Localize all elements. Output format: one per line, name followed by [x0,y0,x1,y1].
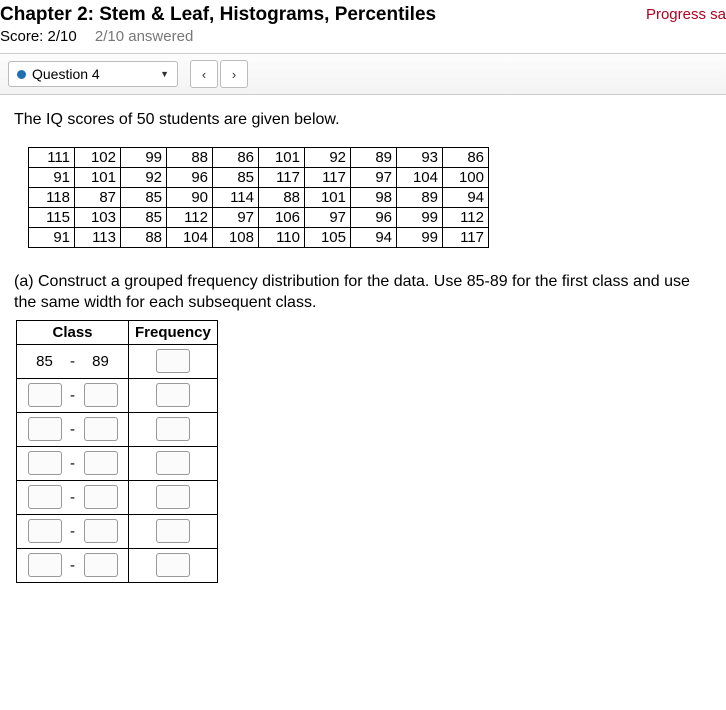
frequency-input[interactable] [156,383,190,407]
dash: - [68,523,78,540]
iq-data-table: 1111029988861019289938691101929685117117… [28,147,489,248]
data-cell: 117 [305,168,351,188]
data-cell: 110 [259,228,305,248]
chapter-title: Chapter 2: Stem & Leaf, Histograms, Perc… [0,4,718,26]
frequency-table: Class Frequency 85 - 89 - - - - - - [16,320,218,583]
data-cell: 90 [167,188,213,208]
question-intro: The IQ scores of 50 students are given b… [14,111,712,129]
score-line: Score: 2/10 2/10 answered [0,28,718,45]
data-cell: 97 [351,168,397,188]
data-cell: 92 [121,168,167,188]
class-low-input[interactable] [28,553,62,577]
data-cell: 89 [397,188,443,208]
frequency-input[interactable] [156,485,190,509]
data-cell: 103 [75,208,121,228]
frequency-input[interactable] [156,519,190,543]
data-cell: 101 [75,168,121,188]
class-low-input[interactable] [28,383,62,407]
data-cell: 85 [121,208,167,228]
data-cell: 108 [213,228,259,248]
data-cell: 117 [443,228,489,248]
class-high-input[interactable] [84,553,118,577]
data-cell: 89 [351,148,397,168]
data-cell: 88 [259,188,305,208]
header-class: Class [17,320,129,344]
frequency-input[interactable] [156,417,190,441]
data-cell: 113 [75,228,121,248]
progress-status: Progress sa [646,6,726,23]
class-high-input[interactable] [84,383,118,407]
data-cell: 106 [259,208,305,228]
question-label: Question 4 [32,66,100,82]
dash: - [68,387,78,404]
data-cell: 102 [75,148,121,168]
data-cell: 99 [121,148,167,168]
data-cell: 112 [167,208,213,228]
dash: - [68,557,78,574]
data-cell: 85 [213,168,259,188]
data-cell: 92 [305,148,351,168]
class-high-input[interactable] [84,519,118,543]
answered-count: 2/10 answered [95,28,193,45]
class-low-input[interactable] [28,485,62,509]
class-low-input[interactable] [28,451,62,475]
data-cell: 111 [29,148,75,168]
data-cell: 118 [29,188,75,208]
data-cell: 86 [443,148,489,168]
data-cell: 98 [351,188,397,208]
data-cell: 94 [351,228,397,248]
data-cell: 104 [167,228,213,248]
frequency-input[interactable] [156,553,190,577]
data-cell: 86 [213,148,259,168]
data-cell: 117 [259,168,305,188]
dash: - [68,353,78,370]
data-cell: 93 [397,148,443,168]
class-low-fixed: 85 [28,353,62,370]
class-high-fixed: 89 [84,353,118,370]
data-cell: 114 [213,188,259,208]
data-cell: 94 [443,188,489,208]
score-value: Score: 2/10 [0,28,77,45]
data-cell: 101 [259,148,305,168]
part-a-text: (a) Construct a grouped frequency distri… [14,272,712,314]
data-cell: 97 [213,208,259,228]
header-frequency: Frequency [129,320,218,344]
class-high-input[interactable] [84,485,118,509]
data-cell: 115 [29,208,75,228]
data-cell: 101 [305,188,351,208]
data-cell: 96 [167,168,213,188]
dash: - [68,455,78,472]
data-cell: 96 [351,208,397,228]
data-cell: 88 [121,228,167,248]
prev-question-button[interactable]: ‹ [190,60,218,88]
data-cell: 112 [443,208,489,228]
data-cell: 91 [29,168,75,188]
data-cell: 99 [397,228,443,248]
data-cell: 100 [443,168,489,188]
class-high-input[interactable] [84,417,118,441]
data-cell: 104 [397,168,443,188]
question-dropdown[interactable]: Question 4 ▼ [8,61,178,87]
data-cell: 105 [305,228,351,248]
data-cell: 91 [29,228,75,248]
data-cell: 97 [305,208,351,228]
data-cell: 88 [167,148,213,168]
dash: - [68,421,78,438]
class-high-input[interactable] [84,451,118,475]
dash: - [68,489,78,506]
data-cell: 87 [75,188,121,208]
frequency-input[interactable] [156,451,190,475]
data-cell: 85 [121,188,167,208]
class-low-input[interactable] [28,417,62,441]
question-toolbar: Question 4 ▼ ‹ › [0,53,726,95]
class-low-input[interactable] [28,519,62,543]
frequency-input[interactable] [156,349,190,373]
data-cell: 99 [397,208,443,228]
status-dot-icon [17,70,26,79]
chevron-down-icon: ▼ [160,69,169,79]
next-question-button[interactable]: › [220,60,248,88]
